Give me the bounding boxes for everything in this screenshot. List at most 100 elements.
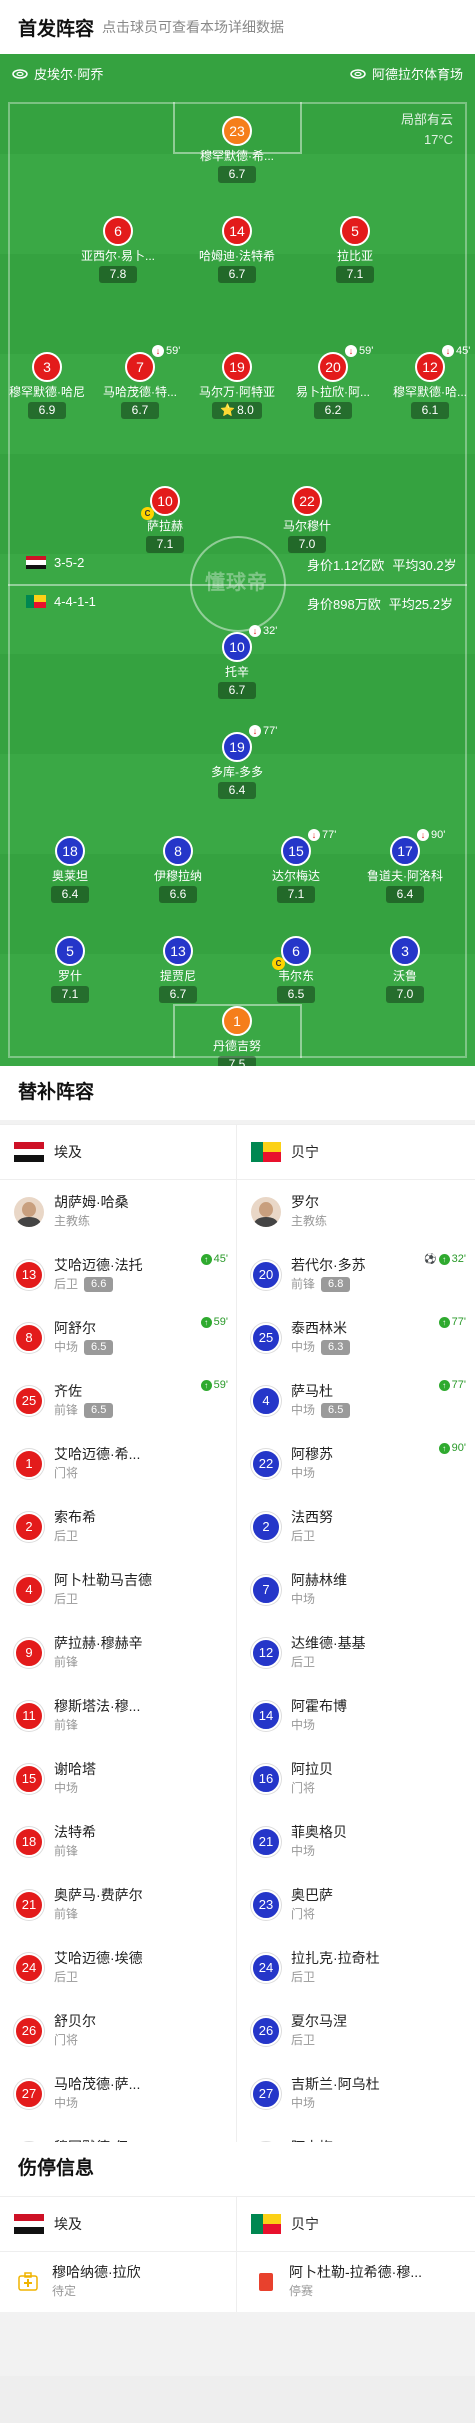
away-injury[interactable]: 阿卜杜勒-拉希德·穆... 停赛 (237, 2252, 474, 2312)
home-sub-player[interactable]: 2 索布希 后卫 (0, 1495, 237, 1558)
player-position: 中场 (54, 1780, 79, 1795)
arrow-down-icon: ↓ (417, 829, 429, 841)
away-player[interactable]: 10 托辛 6.7 ↓ 32' (189, 625, 285, 699)
player-name: 阿卜杜勒马吉德 (54, 1571, 152, 1588)
home-sub-player[interactable]: 4 阿卜杜勒马吉德 后卫 (0, 1558, 237, 1621)
subs-title: 替补阵容 (0, 1066, 475, 1120)
home-player[interactable]: 20 易卜拉欣·阿... 6.2 ↓ 59' (285, 345, 381, 419)
home-sub-player[interactable]: 8 阿舒尔 中场 6.5 ↑ 59' (0, 1306, 237, 1369)
away-sub-player[interactable]: 26 夏尔马涅 后卫 (237, 1999, 474, 2062)
away-sub-player[interactable]: 2 法西努 后卫 (237, 1495, 474, 1558)
home-coach[interactable]: 胡萨姆·哈桑 主教练 (0, 1180, 237, 1243)
home-sub-player[interactable]: 24 艾哈迈德·埃德 后卫 (0, 1936, 237, 1999)
coach-name: 胡萨姆·哈桑 (54, 1193, 129, 1210)
sub-on-marker: ↑ 59' (200, 1379, 228, 1391)
home-sub-player[interactable]: 15 谢哈塔 中场 (0, 1747, 237, 1810)
sub-off-marker: ↓ 77' (249, 725, 277, 737)
player-number: 26 (14, 2015, 44, 2046)
injury-icon (14, 2268, 42, 2296)
away-sub-player[interactable]: 25 泰西林米 中场 6.3 ↑ 77' (237, 1306, 474, 1369)
away-sub-player[interactable]: 14 阿霍布博 中场 (237, 1684, 474, 1747)
benin-flag-icon (26, 595, 46, 608)
away-player[interactable]: 1 丹德吉努 7.5 (189, 1006, 285, 1066)
sub-time: 45' (456, 345, 471, 357)
home-player[interactable]: 22 马尔穆什 7.0 (259, 486, 355, 553)
home-player[interactable]: 12 穆罕默德·哈... 6.1 ↓ 45' (382, 345, 475, 419)
home-sub-player[interactable]: 9 萨拉赫·穆赫辛 前锋 (0, 1621, 237, 1684)
away-sub-player[interactable]: 23 奥巴萨 门将 (237, 1873, 474, 1936)
away-sub-player[interactable]: 22 阿穆苏 中场 ↑ 90' (237, 1432, 474, 1495)
home-player[interactable]: 7 马哈茂德·特... 6.7 ↓ 59' (92, 345, 188, 419)
home-player[interactable]: 5 拉比亚 7.1 (307, 216, 403, 283)
stadium-icon (350, 68, 366, 79)
home-player[interactable]: 6 亚西尔·易卜... 7.8 (70, 216, 166, 283)
away-sub-player[interactable]: 27 吉斯兰·阿乌杜 中场 (237, 2062, 474, 2125)
player-number: 18 (14, 1826, 44, 1857)
player-rating: 6.5 (84, 1402, 114, 1418)
home-player[interactable]: 23 穆罕默德·希... 6.7 (189, 116, 285, 183)
home-player[interactable]: 3 穆罕默德·哈尼 6.9 (0, 352, 95, 419)
player-name: 拉扎克·拉奇杜 (291, 1949, 380, 1966)
player-rating: 6.4 (51, 886, 89, 903)
player-position: 前锋 (54, 1906, 79, 1921)
player-rating: 6.6 (159, 886, 197, 903)
away-player[interactable]: 13 提贾尼 6.7 (130, 936, 226, 1003)
home-sub-player[interactable]: 11 穆斯塔法·穆... 前锋 (0, 1684, 237, 1747)
player-name: 马哈茂德·萨... (54, 2075, 141, 2092)
player-position: 前锋 (54, 1654, 79, 1669)
home-team-info: 3-5-2 (26, 555, 84, 570)
player-number: 27 (251, 2078, 281, 2109)
away-team-name: 贝宁 (291, 2216, 319, 2232)
away-sub-player[interactable]: 20 若代尔·多苏 前锋 6.8 ⚽ ↑ 32' (237, 1243, 474, 1306)
sub-time: 32' (451, 1253, 466, 1265)
injury-row: 穆哈纳德·拉欣 待定 阿卜杜勒-拉希德·穆... 停赛 (0, 2252, 475, 2312)
home-sub-player[interactable]: 1 艾哈迈德·希... 门将 (0, 1432, 237, 1495)
player-number: 25 (251, 1322, 281, 1353)
sub-time: 59' (213, 1316, 228, 1328)
away-sub-player[interactable]: 21 菲奥格贝 中场 (237, 1810, 474, 1873)
away-player[interactable]: 6 韦尔东 6.5 C (248, 936, 344, 1003)
home-sub-player[interactable]: 27 马哈茂德·萨... 中场 (0, 2062, 237, 2125)
away-sub-player[interactable]: 12 达维德·基基 后卫 (237, 1621, 474, 1684)
away-player[interactable]: 3 沃鲁 7.0 (357, 936, 453, 1003)
sub-on-marker: ↑ 77' (438, 1316, 466, 1328)
away-sub-player[interactable]: 16 阿拉贝 门将 (237, 1747, 474, 1810)
home-sub-player[interactable]: 26 舒贝尔 门将 (0, 1999, 237, 2062)
home-sub-player[interactable]: 25 齐佐 前锋 6.5 ↑ 59' (0, 1369, 237, 1432)
home-injury[interactable]: 穆哈纳德·拉欣 待定 (0, 2252, 237, 2312)
home-sub-player[interactable]: 18 法特希 前锋 (0, 1810, 237, 1873)
player-name: 奥萨马·费萨尔 (54, 1886, 143, 1903)
subs-row: 13 艾哈迈德·法托 后卫 6.6 ↑ 45' 20 若代尔·多苏 前锋 6.8 ⚽ ↑ 32' (0, 1243, 475, 1306)
away-sub-player[interactable]: 24 拉扎克·拉奇杜 后卫 (237, 1936, 474, 1999)
player-number: 24 (251, 1952, 281, 1983)
sub-on-marker: ↑ 90' (438, 1442, 466, 1454)
sub-off-marker: ↓ 59' (345, 345, 373, 357)
home-player[interactable]: 10 萨拉赫 7.1 C (117, 486, 213, 553)
away-player[interactable]: 15 达尔梅达 7.1 ↓ 77' (248, 829, 344, 903)
player-rating: 7.1 (277, 886, 315, 903)
player-rating: 7.5 (218, 1056, 256, 1066)
player-name: 伊穆拉纳 (153, 869, 202, 883)
arrow-down-icon: ↓ (442, 345, 454, 357)
away-sub-player[interactable]: 7 阿赫林维 中场 (237, 1558, 474, 1621)
player-name: 奥莱坦 (51, 869, 88, 883)
away-player[interactable]: 19 多库-多多 6.4 ↓ 77' (189, 725, 285, 799)
away-player[interactable]: 8 伊穆拉纳 6.6 (130, 836, 226, 903)
away-sub-player[interactable]: 4 萨马杜 中场 6.5 ↑ 77' (237, 1369, 474, 1432)
away-player[interactable]: 17 鲁道夫·阿洛科 6.4 ↓ 90' (357, 829, 453, 903)
home-sub-player[interactable]: 21 奥萨马·费萨尔 前锋 (0, 1873, 237, 1936)
away-player[interactable]: 5 罗什 7.1 (22, 936, 118, 1003)
home-player[interactable]: 14 哈姆迪·法特希 6.7 (189, 216, 285, 283)
away-formation: 4-4-1-1 (54, 594, 96, 609)
player-number: 21 (14, 1889, 44, 1920)
home-player[interactable]: 19 马尔万·阿特亚 ⭐ 8.0 (189, 352, 285, 419)
player-position: 门将 (291, 1906, 316, 1921)
player-name: 夏尔马涅 (291, 2012, 347, 2029)
player-position: 门将 (54, 2032, 79, 2047)
home-sub-player[interactable]: 13 艾哈迈德·法托 后卫 6.6 ↑ 45' (0, 1243, 237, 1306)
away-player[interactable]: 18 奥莱坦 6.4 (22, 836, 118, 903)
away-coach[interactable]: 罗尔 主教练 (237, 1180, 474, 1243)
sub-time: 32' (263, 625, 278, 637)
injury-list: 埃及 贝宁 穆哈纳德·拉欣 待定 阿卜杜勒-拉希德·穆... 停赛 (0, 2196, 475, 2312)
benin-flag-icon (251, 1142, 281, 1162)
